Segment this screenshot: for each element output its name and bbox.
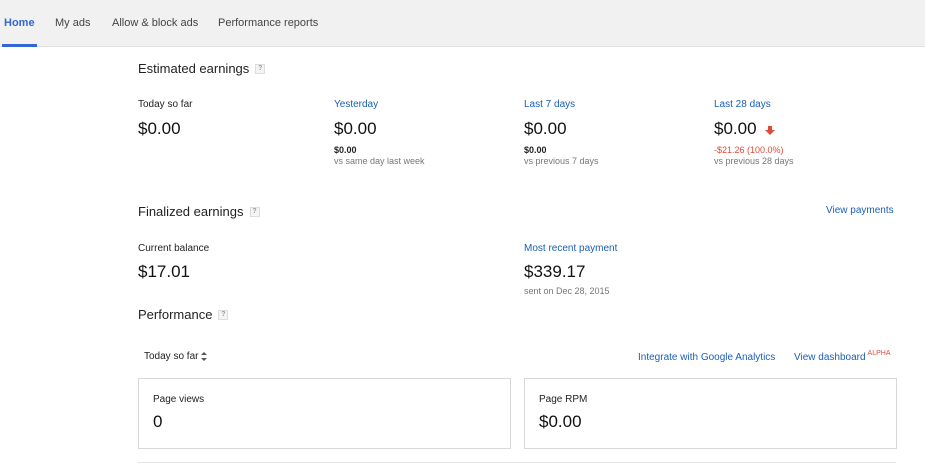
most-recent-payment-date: sent on Dec 28, 2015 [524, 286, 610, 296]
date-range-value: Today so far [144, 351, 199, 362]
sort-arrows-icon [201, 352, 208, 361]
yesterday-value: $0.00 [334, 119, 377, 138]
tab-performance-reports[interactable]: Performance reports [218, 0, 318, 47]
page-views-card: Page views 0 [138, 378, 511, 449]
tab-label: Performance reports [218, 17, 319, 29]
current-balance-value: $17.01 [138, 262, 190, 281]
tab-label: Allow & block ads [112, 17, 199, 29]
performance-title: Performance [138, 307, 213, 322]
most-recent-payment-link[interactable]: Most recent payment [524, 243, 617, 254]
help-icon[interactable]: ? [218, 309, 229, 320]
trend-down-arrow-icon [765, 126, 775, 135]
top-nav-tabs: Home My ads Allow & block ads Performanc… [0, 0, 925, 47]
page-views-value: 0 [153, 412, 163, 431]
last-28-days-compare: vs previous 28 days [714, 156, 794, 166]
last-7-days-value: $0.00 [524, 119, 567, 138]
page-rpm-value: $0.00 [539, 412, 582, 431]
page-rpm-label: Page RPM [539, 394, 588, 405]
view-payments-link[interactable]: View payments [826, 205, 894, 216]
tab-allow-block-ads[interactable]: Allow & block ads [112, 0, 198, 47]
last-7-days-compare: vs previous 7 days [524, 156, 599, 166]
tab-label: My ads [55, 17, 91, 29]
estimated-earnings-title: Estimated earnings [138, 61, 250, 76]
finalized-earnings-title: Finalized earnings [138, 204, 244, 219]
today-so-far-value: $0.00 [138, 119, 181, 138]
finalized-earnings-heading: Finalized earnings ? [138, 204, 260, 219]
yesterday-link[interactable]: Yesterday [334, 99, 378, 110]
view-dashboard-label: View dashboard [794, 352, 866, 363]
most-recent-payment-value: $339.17 [524, 262, 586, 281]
page-rpm-card: Page RPM $0.00 [524, 378, 897, 449]
date-range-select[interactable]: Today so far [144, 351, 208, 362]
view-dashboard-link[interactable]: View dashboard ALPHA [794, 350, 891, 363]
today-so-far-label: Today so far [138, 99, 193, 110]
last-7-days-link[interactable]: Last 7 days [524, 99, 575, 110]
integrate-google-analytics-link[interactable]: Integrate with Google Analytics [638, 352, 775, 363]
alpha-badge: ALPHA [867, 350, 891, 357]
help-icon[interactable]: ? [255, 63, 266, 74]
estimated-earnings-heading: Estimated earnings ? [138, 61, 266, 76]
last-28-days-link[interactable]: Last 28 days [714, 99, 771, 110]
bottom-divider [138, 462, 896, 463]
last-28-days-value: $0.00 [714, 119, 757, 138]
help-icon[interactable]: ? [249, 206, 260, 217]
tab-home[interactable]: Home [2, 0, 37, 47]
tab-my-ads[interactable]: My ads [55, 0, 90, 47]
active-tab-indicator [2, 44, 37, 47]
yesterday-compare: vs same day last week [334, 156, 425, 166]
performance-heading: Performance ? [138, 307, 229, 322]
tab-label: Home [4, 17, 35, 29]
current-balance-label: Current balance [138, 243, 210, 254]
last-28-days-change: -$21.26 (100.0%) [714, 145, 784, 155]
last-7-days-change: $0.00 [524, 145, 547, 155]
yesterday-change: $0.00 [334, 145, 357, 155]
page-views-label: Page views [153, 394, 205, 405]
